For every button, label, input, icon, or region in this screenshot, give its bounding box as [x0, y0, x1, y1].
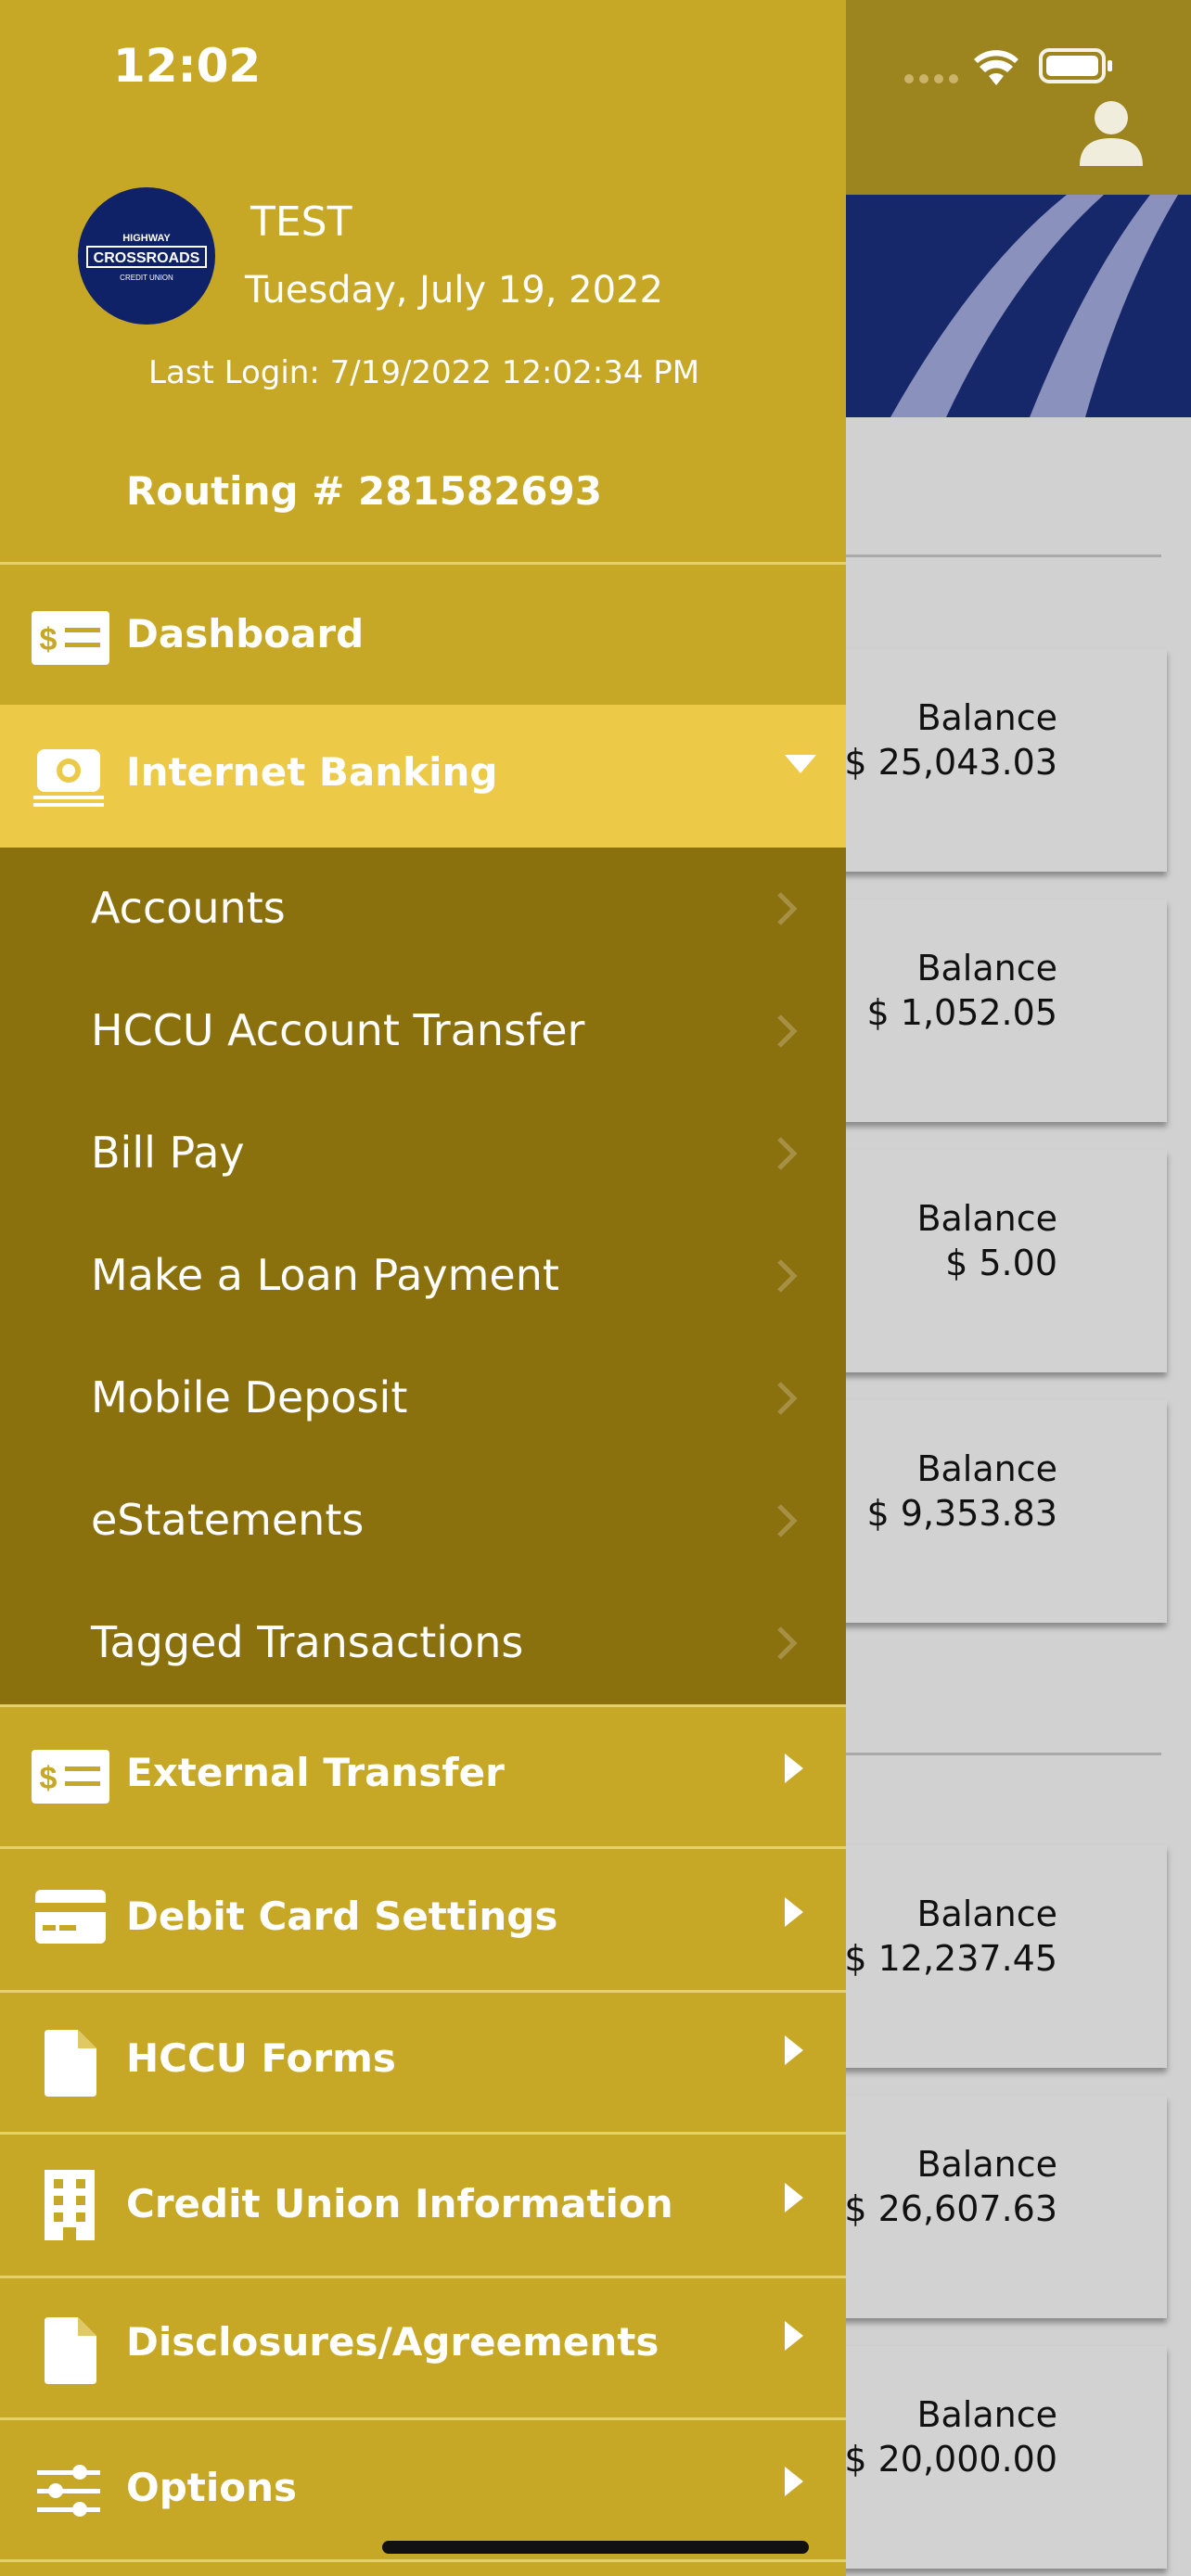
- internet-banking-submenu: Accounts HCCU Account Transfer Bill Pay …: [0, 848, 846, 1704]
- balance-amount: $ 5.00: [945, 1243, 1057, 1283]
- money-stack-icon: [32, 747, 106, 812]
- chevron-right-icon: [775, 1135, 798, 1176]
- menu-item-dashboard[interactable]: $ Dashboard: [0, 565, 846, 704]
- credit-card-icon: [35, 1890, 106, 1947]
- menu-label: Credit Union Information: [126, 2181, 673, 2226]
- profile-icon[interactable]: [1076, 97, 1146, 172]
- balance-label: Balance: [916, 1448, 1057, 1489]
- caret-right-icon: [785, 1753, 803, 1787]
- menu-label: Debit Card Settings: [126, 1894, 558, 1939]
- document-icon: [45, 2030, 96, 2100]
- chevron-right-icon: [775, 890, 798, 931]
- menu-label: Internet Banking: [126, 749, 498, 795]
- balance-label: Balance: [916, 2144, 1057, 2185]
- money-bill-icon: $: [32, 1750, 109, 1807]
- menu-label: External Transfer: [126, 1750, 505, 1795]
- status-time: 12:02: [113, 39, 262, 93]
- divider: [0, 2559, 846, 2562]
- submenu-item-accounts[interactable]: Accounts: [0, 848, 846, 970]
- menu-label: Dashboard: [126, 611, 365, 657]
- chevron-right-icon: [775, 1502, 798, 1543]
- svg-text:$: $: [40, 1761, 58, 1796]
- menu-label: HCCU Forms: [126, 2035, 396, 2081]
- logo-line2: CROSSROADS: [94, 250, 200, 266]
- money-bill-icon: $: [32, 611, 109, 669]
- balance-amount: $ 9,353.83: [866, 1493, 1057, 1534]
- account-card[interactable]: Balance $ 26,607.63: [816, 2096, 1167, 2318]
- balance-amount: $ 1,052.05: [866, 992, 1057, 1033]
- logo-line1: HIGHWAY: [122, 233, 171, 244]
- balance-label: Balance: [916, 1198, 1057, 1239]
- balance-amount: $ 25,043.03: [844, 742, 1057, 783]
- divider: [846, 555, 1161, 557]
- menu-item-hccu-forms[interactable]: HCCU Forms: [0, 1993, 846, 2132]
- submenu-label: Mobile Deposit: [91, 1372, 408, 1422]
- balance-label: Balance: [916, 2394, 1057, 2435]
- balance-amount: $ 26,607.63: [844, 2188, 1057, 2229]
- submenu-item-estatements[interactable]: eStatements: [0, 1460, 846, 1582]
- navigation-drawer: 12:02 HIGHWAY CROSSROADS CREDIT UNION TE…: [0, 0, 846, 2576]
- account-card[interactable]: Balance $ 12,237.45: [816, 1845, 1167, 2068]
- caret-right-icon: [785, 2321, 803, 2354]
- menu-item-credit-union-information[interactable]: Credit Union Information: [0, 2135, 846, 2276]
- submenu-label: Accounts: [91, 883, 286, 933]
- menu-item-options[interactable]: Options: [0, 2420, 846, 2559]
- submenu-label: HCCU Account Transfer: [91, 1005, 585, 1055]
- menu-label: Options: [126, 2465, 297, 2510]
- divider: [846, 1753, 1161, 1755]
- caret-right-icon: [785, 2035, 803, 2069]
- logo-line3: CREDIT UNION: [120, 274, 173, 282]
- account-card[interactable]: Balance $ 5.00: [816, 1150, 1167, 1372]
- caret-right-icon: [785, 2467, 803, 2500]
- svg-text:$: $: [40, 622, 58, 657]
- caret-down-icon: [785, 755, 816, 777]
- current-date: Tuesday, July 19, 2022: [245, 269, 663, 312]
- routing-number: Routing # 281582693: [126, 468, 602, 514]
- menu-label: Disclosures/Agreements: [126, 2319, 660, 2365]
- home-indicator[interactable]: [382, 2541, 809, 2554]
- submenu-item-account-transfer[interactable]: HCCU Account Transfer: [0, 970, 846, 1092]
- user-name: TEST: [250, 198, 352, 246]
- last-login: Last Login: 7/19/2022 12:02:34 PM: [148, 354, 700, 391]
- submenu-item-loan-payment[interactable]: Make a Loan Payment: [0, 1215, 846, 1337]
- chevron-right-icon: [775, 1625, 798, 1665]
- balance-label: Balance: [916, 697, 1057, 738]
- balance-label: Balance: [916, 948, 1057, 988]
- submenu-item-tagged-transactions[interactable]: Tagged Transactions: [0, 1582, 846, 1704]
- balance-amount: $ 12,237.45: [844, 1938, 1057, 1979]
- submenu-label: Make a Loan Payment: [91, 1250, 559, 1300]
- submenu-label: eStatements: [91, 1495, 365, 1545]
- balance-label: Balance: [916, 1894, 1057, 1934]
- balance-amount: $ 20,000.00: [844, 2439, 1057, 2480]
- account-card[interactable]: Balance $ 20,000.00: [816, 2346, 1167, 2569]
- submenu-item-bill-pay[interactable]: Bill Pay: [0, 1092, 846, 1215]
- caret-right-icon: [785, 1897, 803, 1931]
- caret-right-icon: [785, 2183, 803, 2216]
- account-card[interactable]: Balance $ 1,052.05: [816, 899, 1167, 1122]
- menu-item-internet-banking[interactable]: Internet Banking: [0, 705, 846, 848]
- chevron-right-icon: [775, 1380, 798, 1421]
- chevron-right-icon: [775, 1257, 798, 1298]
- menu-item-debit-card-settings[interactable]: Debit Card Settings: [0, 1849, 846, 1990]
- submenu-item-mobile-deposit[interactable]: Mobile Deposit: [0, 1337, 846, 1460]
- status-icons: [900, 45, 1169, 91]
- menu-item-external-transfer[interactable]: $ External Transfer: [0, 1707, 846, 1846]
- chevron-right-icon: [775, 1013, 798, 1053]
- sliders-icon: [37, 2463, 100, 2522]
- credit-union-logo: HIGHWAY CROSSROADS CREDIT UNION: [78, 187, 215, 325]
- menu-item-disclosures[interactable]: Disclosures/Agreements: [0, 2278, 846, 2417]
- submenu-label: Tagged Transactions: [91, 1617, 524, 1667]
- account-card[interactable]: Balance $ 25,043.03: [816, 649, 1167, 872]
- submenu-label: Bill Pay: [91, 1128, 245, 1178]
- building-icon: [45, 2170, 95, 2244]
- account-card[interactable]: Balance $ 9,353.83: [816, 1400, 1167, 1623]
- document-icon: [45, 2317, 96, 2388]
